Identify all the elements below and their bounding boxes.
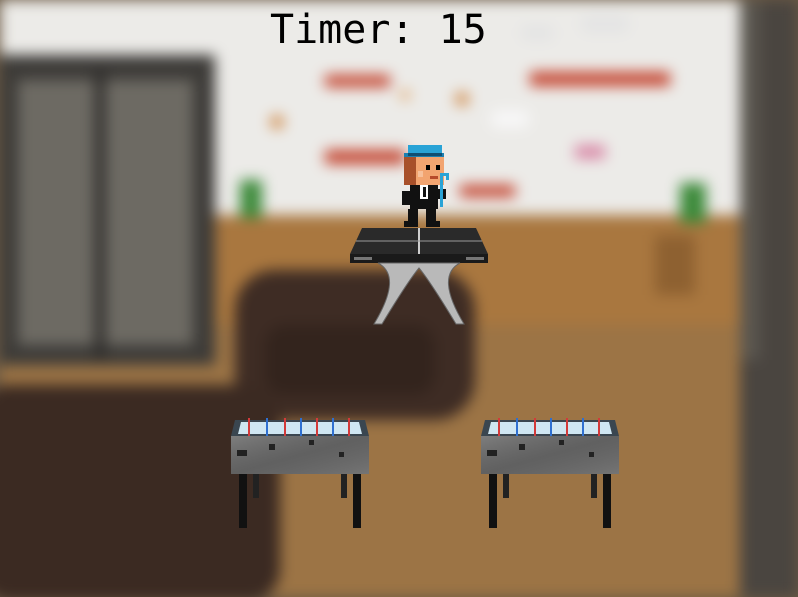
ping-pong-table-icon: [350, 228, 488, 325]
ping-pong-table-platform[interactable]: [348, 226, 490, 326]
foosball-table-icon: [481, 418, 619, 528]
game-canvas[interactable]: Timer: 15: [0, 0, 798, 597]
timer-display: Timer: 15: [270, 4, 487, 56]
foosball-table-left[interactable]: [229, 416, 371, 530]
player-character[interactable]: [398, 143, 452, 231]
timer-label: Timer:: [270, 7, 415, 53]
timer-value: 15: [438, 7, 487, 53]
foosball-table-right[interactable]: [479, 416, 621, 530]
player-sprite-icon: [402, 145, 449, 227]
foosball-table-icon: [231, 418, 369, 528]
